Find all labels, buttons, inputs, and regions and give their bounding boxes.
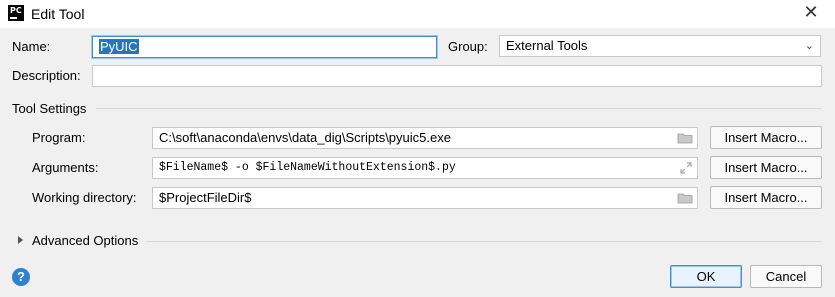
help-icon[interactable]: ? — [12, 268, 30, 286]
insert-macro-button-arguments[interactable]: Insert Macro... — [710, 156, 822, 179]
close-icon[interactable]: ✕ — [801, 3, 821, 23]
folder-icon[interactable] — [677, 132, 693, 144]
working-directory-label: Working directory: — [32, 190, 137, 205]
app-icon-bar — [10, 17, 17, 19]
description-label: Description: — [12, 68, 81, 83]
ok-button[interactable]: OK — [670, 265, 742, 288]
name-label: Name: — [12, 39, 51, 54]
group-label: Group: — [448, 39, 488, 54]
group-select-value: External Tools — [506, 38, 588, 53]
group-select[interactable]: External Tools ⌄ — [499, 35, 821, 57]
name-input[interactable]: PyUIC — [92, 36, 437, 58]
working-directory-input-value: $ProjectFileDir$ — [159, 190, 252, 205]
program-label: Program: — [32, 130, 86, 145]
description-input[interactable] — [92, 65, 822, 87]
chevron-down-icon: ⌄ — [804, 39, 814, 52]
insert-macro-button-program[interactable]: Insert Macro... — [710, 126, 822, 149]
app-icon-text: PC — [10, 6, 22, 15]
working-directory-input[interactable]: $ProjectFileDir$ — [152, 187, 698, 209]
folder-icon[interactable] — [677, 192, 693, 204]
advanced-options-divider — [146, 241, 822, 242]
insert-macro-button-working-directory[interactable]: Insert Macro... — [710, 186, 822, 209]
cancel-button[interactable]: Cancel — [750, 265, 822, 288]
expand-arrow-icon[interactable] — [18, 236, 23, 244]
window-title: Edit Tool — [31, 6, 85, 22]
tool-settings-divider — [96, 108, 822, 109]
program-input-value: C:\soft\anaconda\envs\data_dig\Scripts\p… — [159, 130, 451, 145]
title-bar: PC Edit Tool ✕ — [0, 0, 835, 28]
arguments-input[interactable]: $FileName$ -o $FileNameWithoutExtension$… — [152, 157, 698, 179]
name-input-value: PyUIC — [99, 39, 139, 54]
arguments-input-value: $FileName$ -o $FileNameWithoutExtension$… — [159, 161, 456, 174]
program-input[interactable]: C:\soft\anaconda\envs\data_dig\Scripts\p… — [152, 127, 698, 149]
tool-settings-title: Tool Settings — [12, 101, 87, 116]
expand-icon[interactable] — [680, 162, 692, 174]
advanced-options-toggle[interactable]: Advanced Options — [32, 233, 138, 248]
pycharm-icon: PC — [8, 5, 24, 21]
arguments-label: Arguments: — [32, 160, 99, 175]
